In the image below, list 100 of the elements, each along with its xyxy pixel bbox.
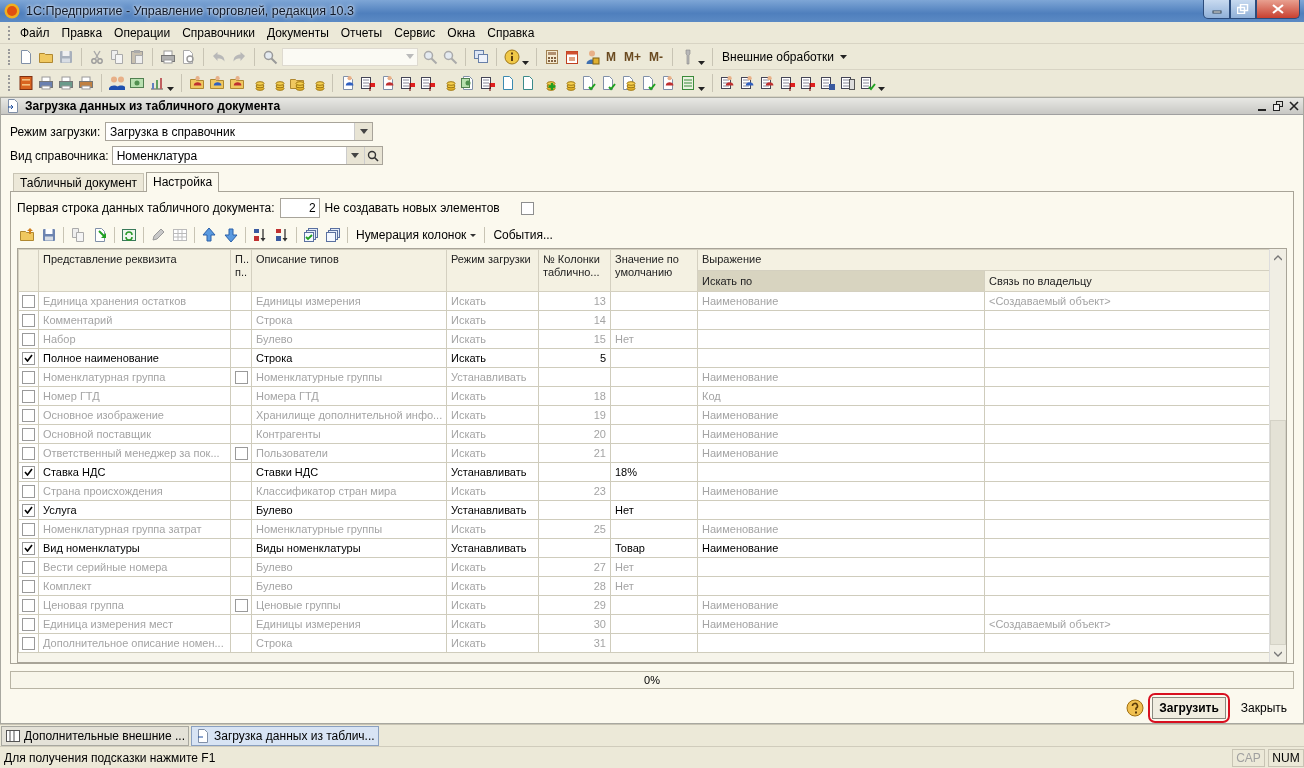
print-icon[interactable] <box>160 48 176 65</box>
menu-item[interactable]: Сервис <box>389 23 441 42</box>
checkbox[interactable] <box>22 446 35 460</box>
sort-ascending-icon[interactable] <box>252 227 268 243</box>
refresh-icon[interactable] <box>121 227 137 243</box>
column-header[interactable]: Представление реквизита <box>38 249 231 292</box>
checkbox[interactable] <box>22 313 35 327</box>
flag-icon[interactable] <box>420 75 436 91</box>
document-check-icon[interactable] <box>580 75 596 91</box>
checkbox[interactable] <box>22 617 35 631</box>
scrollbar-thumb[interactable] <box>1270 420 1286 645</box>
checkbox[interactable] <box>22 579 35 593</box>
calculator-icon[interactable] <box>544 48 560 65</box>
menu-item[interactable]: Правка <box>56 23 108 42</box>
money-icon[interactable] <box>129 75 145 91</box>
edit-icon[interactable] <box>150 227 166 243</box>
printer-icon[interactable] <box>58 75 74 91</box>
checkbox[interactable] <box>22 636 35 650</box>
menu-item[interactable]: Операции <box>109 23 176 42</box>
flag-icon[interactable] <box>800 75 816 91</box>
column-header[interactable]: Описание типов <box>251 249 447 292</box>
flag-icon[interactable] <box>400 75 416 91</box>
uncheck-all-icon[interactable] <box>325 227 341 243</box>
cabinet-icon[interactable] <box>18 75 34 91</box>
printer-icon[interactable] <box>78 75 94 91</box>
column-numbering-button[interactable]: Нумерация колонок <box>354 228 479 242</box>
checkbox[interactable] <box>22 408 35 422</box>
dropdown-button[interactable] <box>354 123 372 140</box>
caret-icon[interactable] <box>839 54 847 59</box>
tab[interactable]: Настройка <box>146 172 220 192</box>
document-check-icon[interactable] <box>600 75 616 91</box>
memory-button[interactable]: M <box>604 49 618 64</box>
close-button[interactable] <box>1256 0 1300 19</box>
move-down-icon[interactable] <box>223 227 239 243</box>
column-header[interactable]: Режим загрузки <box>446 249 539 292</box>
column-header[interactable]: Искать по <box>697 270 985 292</box>
checkbox[interactable] <box>22 541 35 555</box>
report-check-icon[interactable] <box>860 75 876 91</box>
close-icon[interactable] <box>1289 101 1299 111</box>
checkbox[interactable] <box>22 503 35 517</box>
caret-icon[interactable] <box>167 87 174 91</box>
checkbox[interactable] <box>234 370 248 384</box>
checkbox[interactable] <box>22 465 35 479</box>
tab[interactable]: Табличный документ <box>13 173 145 191</box>
minimize-button[interactable] <box>1203 0 1230 19</box>
caret-icon[interactable] <box>698 87 705 91</box>
checkbox[interactable] <box>22 427 35 441</box>
search-icon[interactable] <box>262 48 278 65</box>
field-value[interactable]: Номенклатура <box>111 146 347 165</box>
person-report-icon[interactable] <box>740 75 756 91</box>
print-preview-icon[interactable] <box>180 48 196 65</box>
menu-item[interactable]: Справка <box>482 23 540 42</box>
taskbar-item[interactable]: Дополнительные внешние ... <box>1 725 189 746</box>
column-header[interactable]: № Колонки таблично... <box>538 249 611 292</box>
document-icon[interactable] <box>500 75 516 91</box>
document-coins-icon[interactable] <box>620 75 636 91</box>
cut-icon[interactable] <box>89 48 105 65</box>
checkbox[interactable] <box>234 598 248 612</box>
person-folder-icon[interactable] <box>229 75 245 91</box>
caret-icon[interactable] <box>522 60 529 65</box>
close-button[interactable]: Закрыть <box>1233 697 1294 719</box>
flag-icon[interactable] <box>780 75 796 91</box>
checkbox[interactable] <box>22 560 35 574</box>
move-up-icon[interactable] <box>201 227 217 243</box>
load-button[interactable]: Загрузить <box>1152 697 1226 719</box>
taskbar-item[interactable]: Загрузка данных из таблич... <box>190 725 379 746</box>
checkbox[interactable] <box>22 484 35 498</box>
person-document-icon[interactable] <box>380 75 396 91</box>
checkbox[interactable] <box>22 332 35 346</box>
external-processing-button[interactable]: Внешние обработки <box>720 49 849 64</box>
checkbox[interactable] <box>22 351 35 365</box>
paste-icon[interactable] <box>129 48 145 65</box>
spreadsheet-icon[interactable] <box>680 75 696 91</box>
printer-icon[interactable] <box>38 75 54 91</box>
restore-button[interactable] <box>1230 0 1256 19</box>
report-icon[interactable] <box>840 75 856 91</box>
person-folder-icon[interactable] <box>209 75 225 91</box>
document-icon[interactable] <box>520 75 536 91</box>
memory-button[interactable]: M- <box>647 49 665 64</box>
caret-icon[interactable] <box>698 60 705 65</box>
checkbox[interactable] <box>22 522 35 536</box>
search-field[interactable] <box>282 47 418 66</box>
field-value[interactable]: Загрузка в справочник <box>105 122 355 141</box>
column-header[interactable]: Связь по владельцу <box>984 270 1269 292</box>
document-icon[interactable] <box>460 75 476 91</box>
number-field[interactable]: 2 <box>279 198 320 218</box>
person-document-icon[interactable] <box>660 75 676 91</box>
menu-item[interactable]: Файл <box>15 23 55 42</box>
memory-button[interactable]: M+ <box>622 49 643 64</box>
checkbox[interactable] <box>22 389 35 403</box>
checkbox[interactable] <box>234 446 248 460</box>
person-document-icon[interactable] <box>340 75 356 91</box>
folder-up-icon[interactable] <box>19 227 35 243</box>
calendar-icon[interactable] <box>564 48 580 65</box>
people-icon[interactable] <box>109 75 125 91</box>
person-folder-icon[interactable] <box>189 75 205 91</box>
menu-item[interactable]: Окна <box>442 23 481 42</box>
menu-item[interactable]: Справочники <box>177 23 260 42</box>
check-all-icon[interactable] <box>303 227 319 243</box>
copy-icon[interactable] <box>109 48 125 65</box>
